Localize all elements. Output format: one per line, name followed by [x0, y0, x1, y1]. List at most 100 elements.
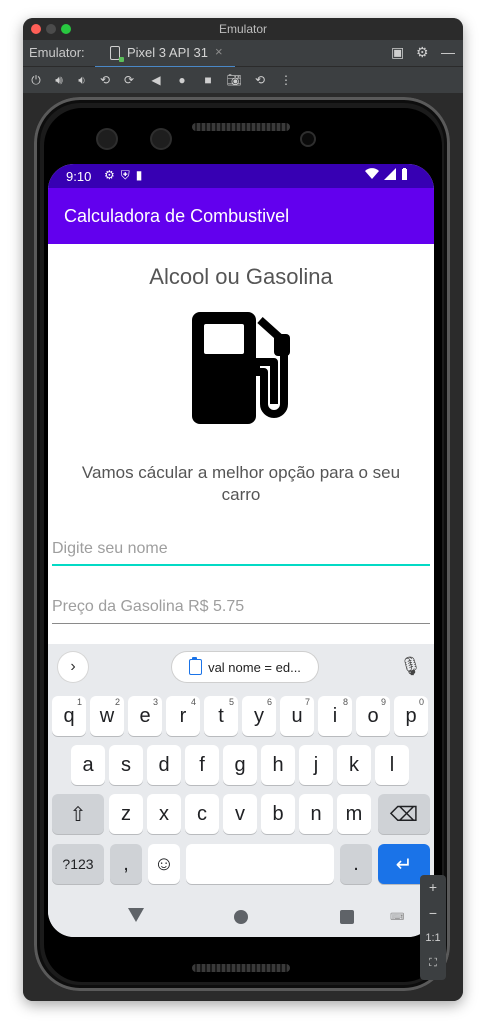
- overview-icon[interactable]: ■: [199, 71, 217, 89]
- clipboard-suggestion-chip[interactable]: val nome = ed...: [172, 652, 318, 682]
- key-secondary-label: 8: [342, 697, 348, 707]
- power-icon[interactable]: ⏻: [27, 71, 45, 89]
- window-title: Emulator: [218, 22, 268, 36]
- nav-home-icon[interactable]: [234, 910, 248, 924]
- key-k[interactable]: k: [337, 745, 371, 785]
- key-r[interactable]: r4: [166, 696, 200, 736]
- gas-pump-icon: [192, 312, 290, 424]
- emulator-toolbar: ⏻ 🔊︎ 🔉︎ ⟲ ⟳ ◀ ● ■ 📷︎ ⟲ ⋮: [23, 67, 463, 93]
- emulator-label: Emulator:: [29, 45, 85, 60]
- key-w[interactable]: w2: [90, 696, 124, 736]
- more-icon[interactable]: ⋮: [277, 71, 295, 89]
- key-a[interactable]: a: [71, 745, 105, 785]
- layout-icon[interactable]: ▣: [391, 44, 404, 61]
- nav-recents-icon[interactable]: [340, 910, 354, 924]
- key-q[interactable]: q1: [52, 696, 86, 736]
- volume-down-icon[interactable]: 🔉︎: [73, 71, 91, 89]
- key-z[interactable]: z: [109, 794, 143, 834]
- comma-key[interactable]: ,: [110, 844, 142, 884]
- backspace-key[interactable]: ⌫: [378, 794, 430, 834]
- volume-up-icon[interactable]: 🔊︎: [50, 71, 68, 89]
- camera-icon[interactable]: 📷︎: [225, 71, 243, 89]
- soft-keyboard: › val nome = ed... 🎙︎ q1w2e3r4t5y6u7i8o9…: [48, 644, 434, 937]
- front-camera-icon: [152, 130, 170, 148]
- name-input-placeholder: Digite seu nome: [52, 540, 168, 557]
- symbols-key[interactable]: ?123: [52, 844, 104, 884]
- signal-icon: [384, 168, 396, 180]
- gear-icon[interactable]: ⚙: [416, 44, 429, 61]
- key-j[interactable]: j: [299, 745, 333, 785]
- device-tabbar: Emulator: Pixel 3 API 31 × ▣ ⚙ —: [23, 40, 463, 68]
- key-g[interactable]: g: [223, 745, 257, 785]
- key-n[interactable]: n: [299, 794, 333, 834]
- android-status-bar: 9:10 ⚙ ⛨ ▮: [48, 164, 434, 188]
- key-i[interactable]: i8: [318, 696, 352, 736]
- key-s[interactable]: s: [109, 745, 143, 785]
- key-secondary-label: 2: [114, 697, 120, 707]
- key-e[interactable]: e3: [128, 696, 162, 736]
- key-secondary-label: 5: [228, 697, 234, 707]
- settings-icon: ⚙: [104, 168, 115, 182]
- zoom-ratio-button[interactable]: 1:1: [420, 932, 446, 944]
- key-p[interactable]: p0: [394, 696, 428, 736]
- key-o[interactable]: o9: [356, 696, 390, 736]
- shift-key[interactable]: ⇧: [52, 794, 104, 834]
- back-icon[interactable]: ◀: [147, 71, 165, 89]
- key-h[interactable]: h: [261, 745, 295, 785]
- main-content: Alcool ou Gasolina Vamos cácular a melho…: [48, 244, 434, 644]
- key-label: y: [254, 704, 264, 727]
- key-secondary-label: 0: [418, 697, 424, 707]
- key-v[interactable]: v: [223, 794, 257, 834]
- sensor-icon: [302, 133, 314, 145]
- zoom-in-button[interactable]: +: [420, 879, 446, 895]
- key-d[interactable]: d: [147, 745, 181, 785]
- top-speaker: [192, 123, 290, 131]
- window-titlebar: Emulator: [23, 18, 463, 40]
- suggestion-strip: › val nome = ed... 🎙︎: [48, 644, 434, 690]
- keyboard-switch-icon[interactable]: ⌨: [390, 912, 404, 923]
- microphone-icon[interactable]: 🎙︎: [399, 656, 422, 677]
- key-y[interactable]: y6: [242, 696, 276, 736]
- key-c[interactable]: c: [185, 794, 219, 834]
- key-u[interactable]: u7: [280, 696, 314, 736]
- gas-price-input[interactable]: Preço da Gasolina R$ 5.75: [52, 596, 430, 624]
- key-secondary-label: 9: [380, 697, 386, 707]
- period-key[interactable]: .: [340, 844, 372, 884]
- key-l[interactable]: l: [375, 745, 409, 785]
- bottom-speaker: [192, 964, 290, 972]
- key-label: r: [179, 704, 187, 727]
- zoom-out-button[interactable]: −: [420, 905, 446, 921]
- rotate-left-icon[interactable]: ⟲: [96, 71, 114, 89]
- zoom-side-panel: + − 1:1 ⛶: [420, 875, 446, 980]
- minimize-panel-icon[interactable]: —: [441, 44, 455, 60]
- key-label: w: [99, 704, 115, 727]
- nav-back-icon[interactable]: [128, 908, 144, 922]
- emoji-key[interactable]: ☺: [148, 844, 180, 884]
- clipboard-suggestion-text: val nome = ed...: [208, 659, 301, 675]
- navigation-bar: ⌨: [48, 896, 434, 936]
- close-tab-icon[interactable]: ×: [215, 44, 223, 59]
- key-t[interactable]: t5: [204, 696, 238, 736]
- home-icon[interactable]: ●: [173, 71, 191, 89]
- key-label: e: [139, 704, 151, 727]
- key-m[interactable]: m: [337, 794, 371, 834]
- space-key[interactable]: [186, 844, 334, 884]
- shield-icon: ⛨: [120, 168, 130, 182]
- key-x[interactable]: x: [147, 794, 181, 834]
- status-time: 9:10: [66, 169, 92, 184]
- key-secondary-label: 4: [190, 697, 196, 707]
- key-f[interactable]: f: [185, 745, 219, 785]
- snapshot-icon[interactable]: ⟲: [251, 71, 269, 89]
- clipboard-icon: [189, 657, 203, 675]
- key-b[interactable]: b: [261, 794, 295, 834]
- app-bar: Calculadora de Combustivel: [48, 188, 434, 244]
- gas-price-underline: [52, 623, 430, 624]
- expand-suggestions-button[interactable]: ›: [58, 652, 88, 682]
- key-label: q: [63, 704, 75, 727]
- device-icon: [110, 46, 124, 62]
- key-secondary-label: 3: [152, 697, 158, 707]
- fit-screen-icon[interactable]: ⛶: [420, 957, 446, 970]
- rotate-right-icon[interactable]: ⟳: [120, 71, 138, 89]
- name-input[interactable]: Digite seu nome: [52, 538, 430, 566]
- device-tab[interactable]: Pixel 3 API 31 ×: [95, 40, 235, 68]
